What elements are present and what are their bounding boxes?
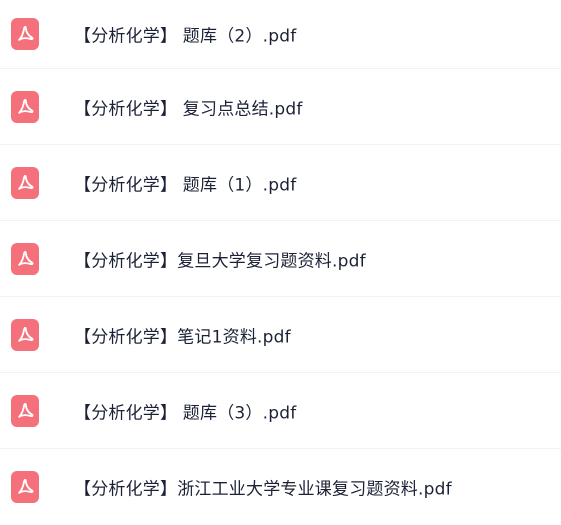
pdf-file-icon: [11, 394, 39, 427]
pdf-file-icon: [11, 318, 39, 351]
file-name: 【分析化学】浙江工业大学专业课复习题资料.pdf: [74, 479, 452, 500]
pdf-file-icon: [11, 471, 39, 503]
file-row[interactable]: 【分析化学】 题库（2）.pdf: [0, 0, 561, 69]
file-row[interactable]: 【分析化学】 题库（1）.pdf: [0, 145, 561, 221]
file-row[interactable]: 【分析化学】复旦大学复习题资料.pdf: [0, 221, 561, 297]
file-list: 【分析化学】 题库（2）.pdf 【分析化学】 复习点总结.pdf 【分析化学】…: [0, 0, 561, 525]
file-name: 【分析化学】 题库（2）.pdf: [74, 26, 297, 47]
file-name: 【分析化学】 题库（1）.pdf: [74, 175, 297, 195]
pdf-file-icon: [11, 166, 39, 199]
file-name: 【分析化学】 复习点总结.pdf: [74, 99, 303, 119]
pdf-file-icon: [11, 90, 39, 123]
file-row[interactable]: 【分析化学】浙江工业大学专业课复习题资料.pdf: [0, 449, 561, 525]
file-name: 【分析化学】笔记1资料.pdf: [74, 327, 291, 347]
pdf-file-icon: [11, 242, 39, 275]
file-row[interactable]: 【分析化学】笔记1资料.pdf: [0, 297, 561, 373]
pdf-file-icon: [11, 18, 39, 50]
file-row[interactable]: 【分析化学】 复习点总结.pdf: [0, 69, 561, 145]
file-row[interactable]: 【分析化学】 题库（3）.pdf: [0, 373, 561, 449]
file-name: 【分析化学】 题库（3）.pdf: [74, 403, 297, 423]
file-name: 【分析化学】复旦大学复习题资料.pdf: [74, 251, 366, 271]
